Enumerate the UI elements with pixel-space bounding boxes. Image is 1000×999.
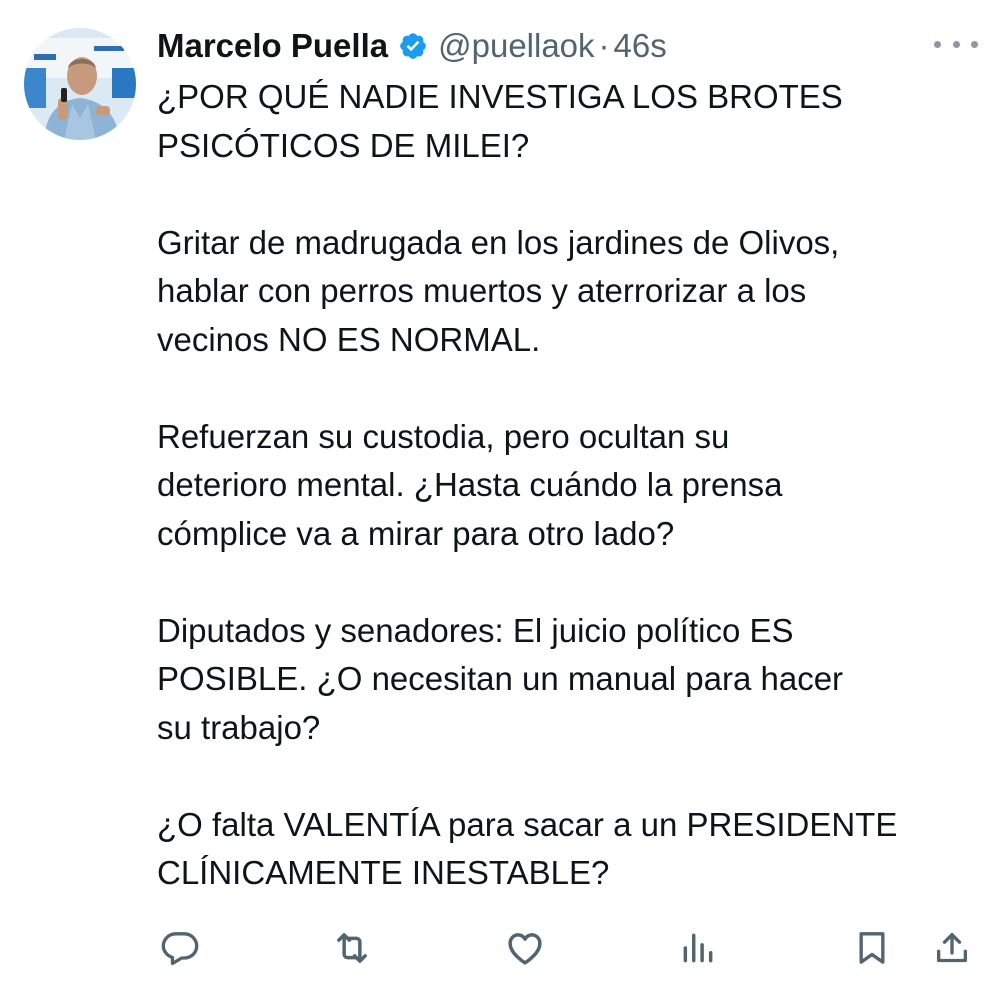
avatar[interactable] [24,28,136,140]
text-line: POSIBLE. ¿O necesitan un manual para hac… [157,660,844,697]
verified-badge-icon[interactable] [398,31,428,61]
timestamp[interactable]: 46s [614,27,667,65]
action-bar [0,920,1000,976]
more-options-icon[interactable] [934,30,978,58]
tweet-text: ¿POR QUÉ NADIE INVESTIGA LOS BROTES PSIC… [157,73,987,898]
text-line: ¿O falta VALENTÍA para sacar a un PRESID… [157,805,898,843]
dot [934,40,941,48]
paragraph: ¿POR QUÉ NADIE INVESTIGA LOS BROTES PSIC… [157,73,987,170]
profile-photo-icon [24,28,136,140]
heart-icon[interactable] [503,926,547,970]
share-icon[interactable] [930,926,974,970]
text-line: vecinos NO ES NORMAL. [157,320,541,358]
reply-icon[interactable] [158,926,202,970]
text-line: deterioro mental. ¿Hasta cuándo la prens… [157,466,783,503]
paragraph: Refuerzan su custodia, pero ocultan su d… [157,413,987,559]
paragraph: Gritar de madrugada en los jardines de O… [157,219,987,365]
paragraph: ¿O falta VALENTÍA para sacar a un PRESID… [157,801,987,898]
bookmark-icon[interactable] [850,926,894,970]
text-line: Refuerzan su custodia, pero ocultan su [157,417,730,455]
tweet-header: Marcelo Puella @puellaok · 46s [157,18,667,74]
text-line: CLÍNICAMENTE INESTABLE? [157,854,610,891]
paragraph: Diputados y senadores: El juicio polític… [157,607,987,753]
text-line: cómplice va a mirar para otro lado? [157,514,675,552]
text-line: Diputados y senadores: El juicio polític… [157,611,794,649]
dot [952,40,960,48]
text-line: PSICÓTICOS DE MILEI? [157,126,530,164]
text-line: Gritar de madrugada en los jardines de O… [157,223,840,261]
retweet-icon[interactable] [330,926,374,970]
user-handle[interactable]: @puellaok [438,27,594,65]
separator-dot: · [598,27,610,64]
analytics-icon[interactable] [676,926,720,970]
text-line: su trabajo? [157,708,321,746]
dot [971,40,978,48]
display-name[interactable]: Marcelo Puella [157,27,388,65]
text-line: hablar con perros muertos y aterrorizar … [157,272,807,309]
text-line: ¿POR QUÉ NADIE INVESTIGA LOS BROTES [157,78,843,115]
